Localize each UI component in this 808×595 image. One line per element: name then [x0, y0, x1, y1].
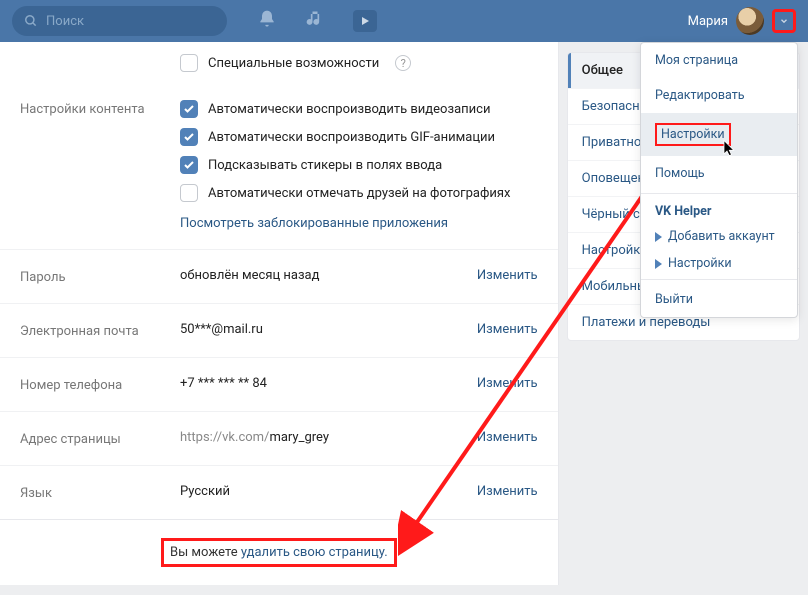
- password-change[interactable]: Изменить: [477, 268, 538, 283]
- checkbox-autoplay-video[interactable]: [180, 100, 198, 118]
- stickers-label: Подсказывать стикеры в полях ввода: [208, 158, 442, 173]
- account-menu-button[interactable]: [772, 9, 796, 33]
- row-address: Адрес страницы https://vk.com/mary_grey …: [0, 412, 558, 466]
- password-value: обновлён месяц назад: [180, 268, 477, 283]
- cursor-icon: [721, 139, 739, 157]
- search-input[interactable]: Поиск: [12, 6, 227, 36]
- footer-text: Вы можете: [170, 545, 241, 560]
- music-icon[interactable]: [305, 9, 325, 33]
- row-email: Электронная почта 50***@mail.ru Изменить: [0, 304, 558, 358]
- row-phone: Номер телефона +7 *** *** ** 84 Изменить: [0, 358, 558, 412]
- search-icon: [24, 14, 38, 28]
- delete-page-link[interactable]: удалить свою страницу.: [241, 545, 388, 560]
- row-language: Язык Русский Изменить: [0, 466, 558, 519]
- row-accessibility: Специальные возможности?: [0, 42, 558, 82]
- dd-logout[interactable]: Выйти: [641, 282, 797, 317]
- autoplay-video-label: Автоматически воспроизводить видеозаписи: [208, 102, 490, 117]
- footer: Вы можете удалить свою страницу.: [0, 519, 558, 585]
- play-triangle-icon: [655, 232, 662, 242]
- phone-value: +7 *** *** ** 84: [180, 376, 477, 391]
- dd-helper-settings[interactable]: Настройки: [641, 250, 797, 277]
- phone-change[interactable]: Изменить: [477, 376, 538, 391]
- bell-icon[interactable]: [257, 9, 277, 33]
- dd-add-account[interactable]: Добавить аккаунт: [641, 223, 797, 250]
- dd-separator: [641, 193, 797, 194]
- address-change[interactable]: Изменить: [477, 430, 538, 445]
- dd-edit[interactable]: Редактировать: [641, 78, 797, 113]
- password-label: Пароль: [20, 268, 180, 285]
- accessibility-label: Специальные возможности: [208, 56, 379, 71]
- phone-label: Номер телефона: [20, 376, 180, 393]
- top-icons: [257, 9, 377, 33]
- top-right: Мария: [688, 7, 796, 35]
- settings-content: Специальные возможности? Настройки конте…: [0, 42, 559, 585]
- dd-help[interactable]: Помощь: [641, 156, 797, 191]
- dd-settings[interactable]: Настройки: [641, 113, 797, 156]
- content-settings-label: Настройки контента: [20, 100, 180, 117]
- email-change[interactable]: Изменить: [477, 322, 538, 337]
- dd-separator: [641, 279, 797, 280]
- email-value: 50***@mail.ru: [180, 322, 477, 337]
- row-password: Пароль обновлён месяц назад Изменить: [0, 250, 558, 304]
- address-label: Адрес страницы: [20, 430, 180, 447]
- play-triangle-icon: [655, 259, 662, 269]
- account-dropdown: Моя страница Редактировать Настройки Пом…: [640, 42, 798, 318]
- username: Мария: [688, 14, 728, 29]
- autoplay-gif-label: Автоматически воспроизводить GIF-анимаци…: [208, 130, 495, 145]
- checkbox-accessibility[interactable]: [180, 54, 198, 72]
- auto-tag-label: Автоматически отмечать друзей на фотогра…: [208, 186, 510, 201]
- topbar: Поиск Мария: [0, 0, 808, 42]
- row-content-settings: Настройки контента Автоматически воспрои…: [0, 82, 558, 250]
- blocked-apps-link[interactable]: Посмотреть заблокированные приложения: [180, 216, 538, 231]
- language-label: Язык: [20, 484, 180, 501]
- checkbox-stickers[interactable]: [180, 156, 198, 174]
- checkbox-autoplay-gif[interactable]: [180, 128, 198, 146]
- email-label: Электронная почта: [20, 322, 180, 339]
- search-placeholder: Поиск: [46, 14, 84, 29]
- language-value: Русский: [180, 484, 477, 499]
- play-icon[interactable]: [353, 10, 377, 32]
- language-change[interactable]: Изменить: [477, 484, 538, 499]
- dd-my-page[interactable]: Моя страница: [641, 43, 797, 78]
- avatar[interactable]: [736, 7, 764, 35]
- checkbox-auto-tag[interactable]: [180, 184, 198, 202]
- dd-vkhelper-header: VK Helper: [641, 196, 797, 223]
- address-value: https://vk.com/mary_grey: [180, 430, 477, 445]
- help-icon[interactable]: ?: [395, 55, 411, 71]
